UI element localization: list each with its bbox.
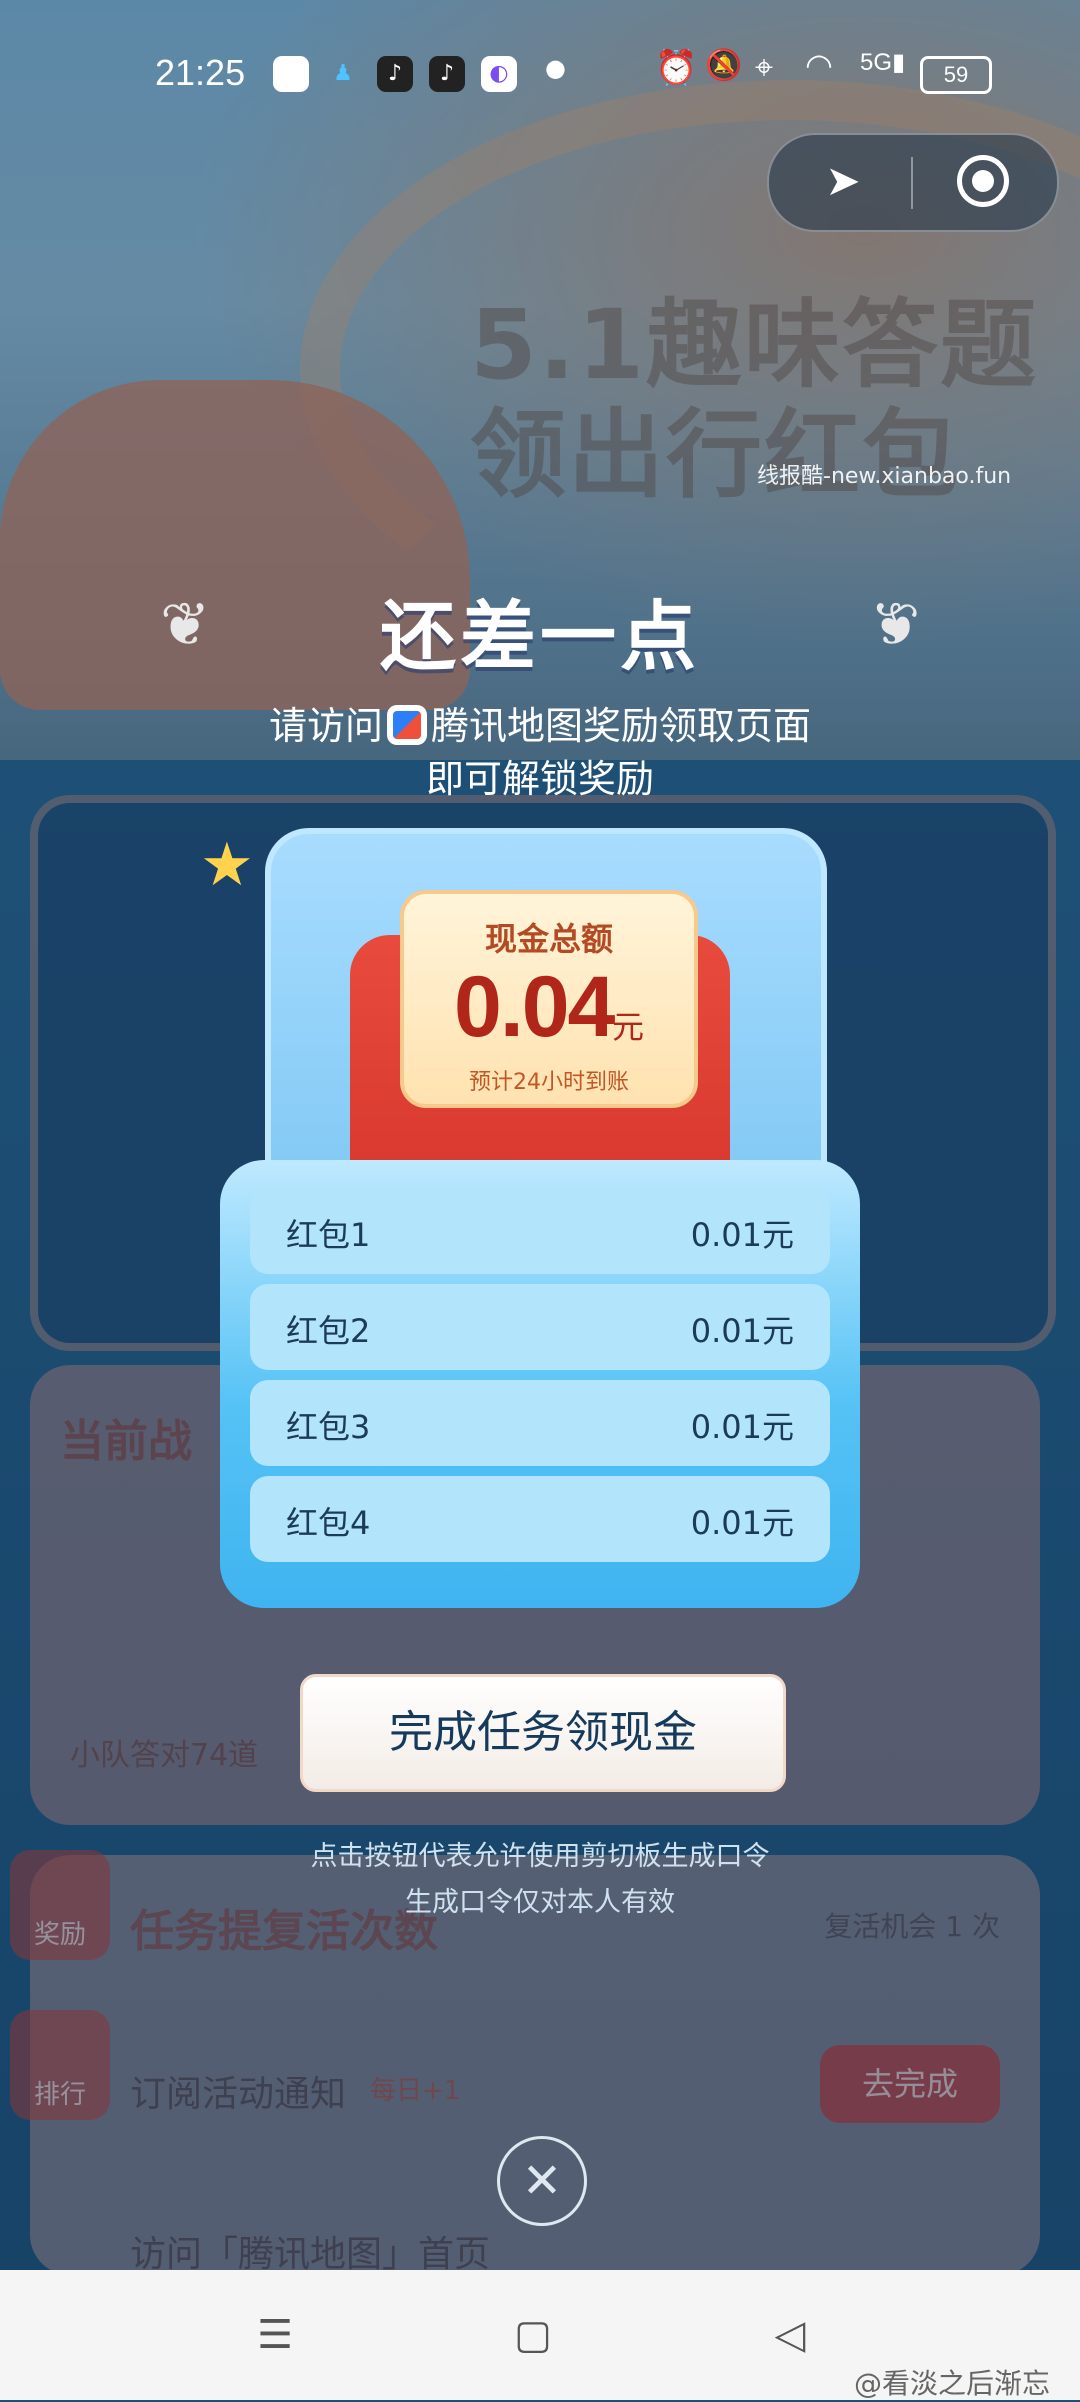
list-item: 红包4 0.01元 (250, 1476, 830, 1562)
cash-unit: 元 (612, 1008, 645, 1046)
signal-5g-icon: 5G▮ (860, 49, 906, 76)
cash-amount: 0.04 (454, 959, 615, 1055)
tencent-map-icon (387, 705, 427, 745)
more-dot-icon: ● (545, 54, 566, 82)
capsule-divider (911, 157, 913, 209)
star-decoration-icon: ★ (200, 830, 254, 900)
tiktok-icon: ♪ (429, 56, 465, 92)
watermark-top: 线报酷-new.xianbao.fun (757, 464, 1012, 489)
list-item: 红包3 0.01元 (250, 1380, 830, 1466)
watermark: @看淡之后渐忘 (853, 2367, 1050, 2400)
status-bar: 21:25 ♟ ♪ ♪ ◐ ● ⏰ 🔕 ⌖ ◠ 5G▮ 59 (0, 30, 1080, 114)
location-icon: ⌖ (755, 48, 774, 86)
battery-indicator: 59 (920, 56, 992, 94)
home-icon[interactable]: ▢ (508, 2310, 558, 2360)
mute-icon: 🔕 (705, 48, 743, 83)
browser-icon: ◐ (481, 56, 517, 92)
red-packet-list: 红包1 0.01元 红包2 0.01元 红包3 0.01元 红包4 0.01元 (220, 1160, 860, 1608)
wifi-icon: ◠ (805, 46, 833, 84)
menu-icon[interactable]: ☰ (250, 2310, 300, 2360)
modal-subtitle-line2: 即可解锁奖励 (425, 757, 654, 801)
alarm-icon: ⏰ (655, 48, 698, 88)
cash-total-ticket: 现金总额 0.04 元 预计24小时到账 (400, 890, 698, 1108)
back-icon[interactable]: ◁ (765, 2310, 815, 2360)
tiktok-icon: ♪ (377, 56, 413, 92)
modal-title: 还差一点 (380, 592, 700, 681)
token-hint: 生成口令仅对本人有效 (405, 1887, 675, 1918)
close-modal-button[interactable]: ✕ (497, 2136, 587, 2226)
app-icon (273, 56, 309, 92)
complete-task-button[interactable]: 完成任务领现金 (300, 1674, 786, 1792)
target-icon[interactable] (957, 155, 1009, 207)
cash-total-label: 现金总额 (484, 920, 613, 958)
list-item: 红包2 0.01元 (250, 1284, 830, 1370)
qq-icon: ♟ (333, 61, 353, 86)
location-arrow-icon[interactable]: ➤ (817, 155, 869, 207)
list-item: 红包1 0.01元 (250, 1188, 830, 1274)
arrival-eta: 预计24小时到账 (469, 1070, 629, 1095)
status-time: 21:25 (155, 52, 246, 93)
mini-program-capsule: ➤ (767, 133, 1059, 232)
clipboard-hint: 点击按钮代表允许使用剪切板生成口令 (310, 1841, 770, 1872)
modal-subtitle: 请访问 腾讯地图奖励领取页面 (268, 704, 812, 748)
close-icon: ✕ (521, 2153, 563, 2209)
